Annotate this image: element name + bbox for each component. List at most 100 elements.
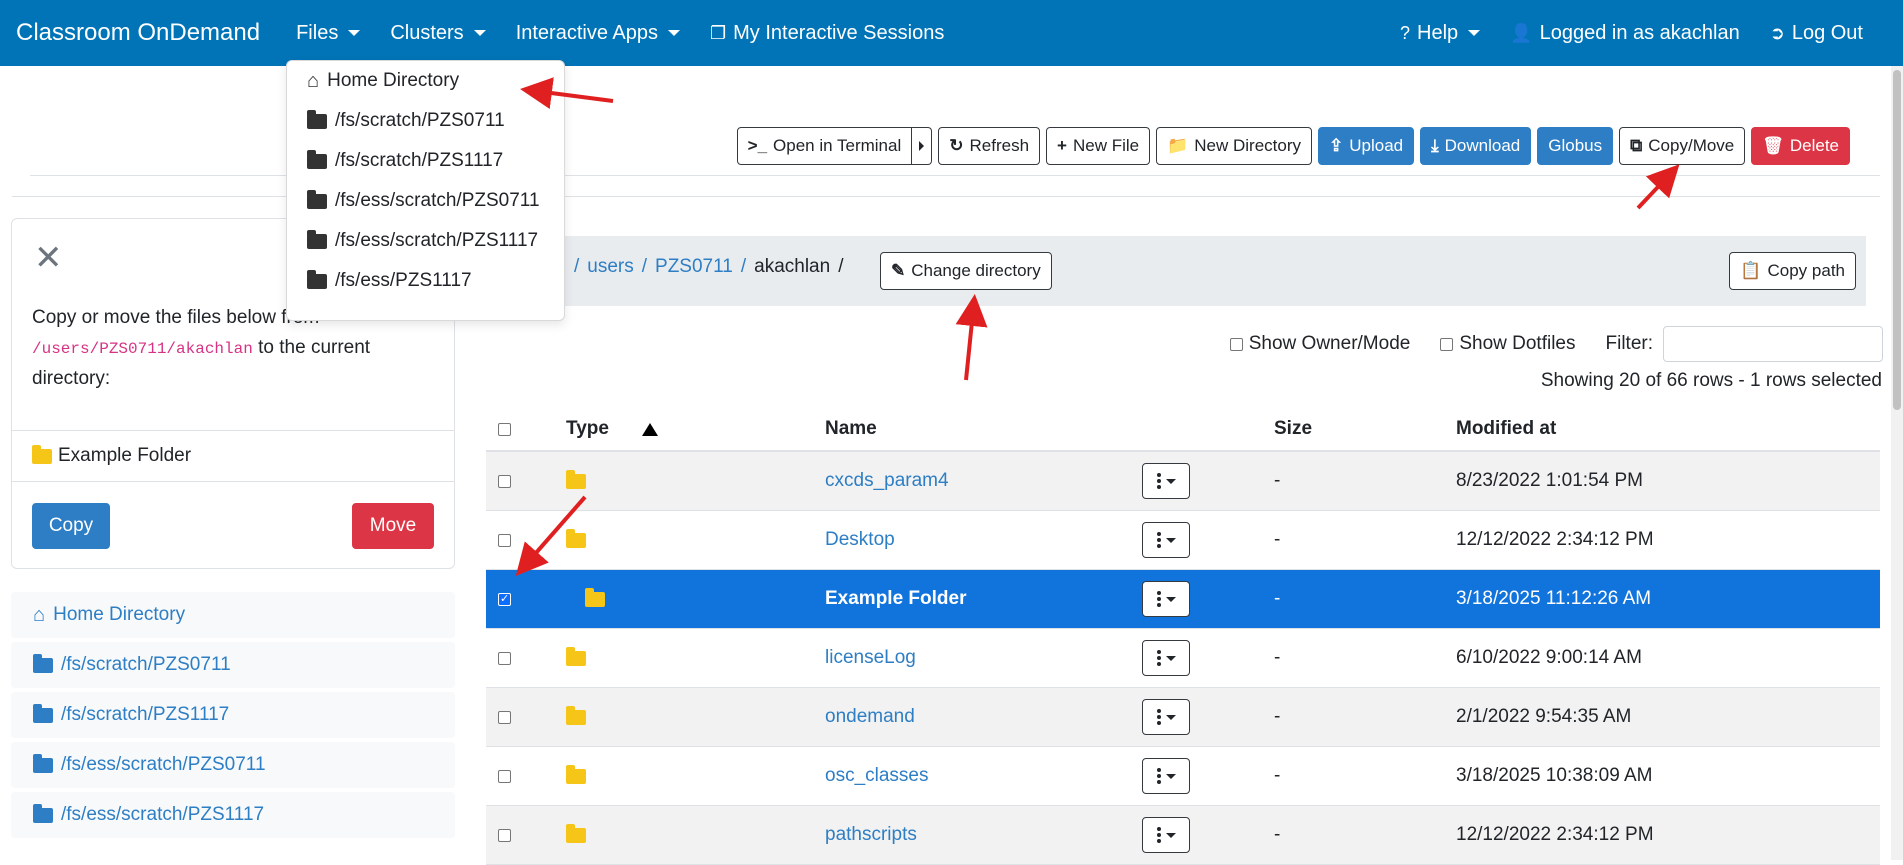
folder-icon: [33, 803, 53, 823]
clusters-menu[interactable]: Clusters: [390, 21, 486, 45]
show-owner-mode-toggle[interactable]: Show Owner/Mode: [1229, 333, 1410, 355]
my-sessions-label: My Interactive Sessions: [733, 21, 945, 44]
row-checkbox[interactable]: [498, 474, 511, 488]
row-actions-button[interactable]: [1142, 640, 1190, 676]
row-actions-button[interactable]: [1142, 463, 1190, 499]
folder-icon: [566, 823, 586, 843]
upload-button[interactable]: ⇪ Upload: [1318, 127, 1415, 165]
kebab-icon: [1156, 591, 1161, 607]
breadcrumb-users[interactable]: users: [587, 256, 633, 278]
user-icon: 👤: [1510, 22, 1533, 43]
folder-icon: [307, 109, 327, 129]
table-row[interactable]: cxcds_param4 - 8/23/2022 1:01:54 PM: [486, 452, 1880, 511]
dropdown-item-label: /fs/scratch/PZS0711: [335, 110, 505, 131]
my-sessions-link[interactable]: ❐ My Interactive Sessions: [710, 22, 944, 45]
new-file-button[interactable]: + New File: [1046, 127, 1151, 165]
refresh-button[interactable]: ↻ Refresh: [938, 127, 1041, 165]
download-button[interactable]: ⤓ Download: [1420, 127, 1532, 165]
copy-move-button[interactable]: ⧉ Copy/Move: [1619, 127, 1746, 165]
row-checkbox[interactable]: [498, 710, 511, 724]
dropdown-item-ess-scratch-pzs1117[interactable]: /fs/ess/scratch/PZS1117: [287, 221, 564, 261]
sidebar-item-scratch-pzs1117[interactable]: /fs/scratch/PZS1117: [11, 692, 455, 738]
delete-button[interactable]: 🗑 Delete: [1751, 127, 1850, 165]
modified-header[interactable]: Modified at: [1456, 418, 1556, 440]
file-name-link[interactable]: osc_classes: [825, 765, 929, 787]
dropdown-item-scratch-pzs0711[interactable]: /fs/scratch/PZS0711: [287, 101, 564, 141]
row-actions-button[interactable]: [1142, 522, 1190, 558]
sidebar-item-label: /fs/scratch/PZS0711: [61, 654, 231, 675]
row-checkbox[interactable]: [498, 828, 511, 842]
sidebar-item-ess-scratch-pzs0711[interactable]: /fs/ess/scratch/PZS0711: [11, 742, 455, 788]
copy-move-item-label: Example Folder: [58, 445, 192, 466]
table-row[interactable]: ondemand - 2/1/2022 9:54:35 AM: [486, 688, 1880, 747]
file-modified: 12/12/2022 2:34:12 PM: [1456, 824, 1654, 845]
row-actions-button[interactable]: [1142, 817, 1190, 853]
name-header[interactable]: Name: [825, 418, 877, 440]
sidebar-item-home[interactable]: ⌂ Home Directory: [11, 592, 455, 638]
chevron-down-icon: [1468, 30, 1481, 36]
file-name-link[interactable]: cxcds_param4: [825, 470, 949, 492]
folder-icon: [32, 444, 52, 464]
type-header[interactable]: Type: [566, 418, 609, 440]
breadcrumb-group[interactable]: PZS0711: [655, 256, 733, 278]
sidebar-item-ess-scratch-pzs1117[interactable]: /fs/ess/scratch/PZS1117: [11, 792, 455, 838]
kebab-icon: [1156, 768, 1161, 784]
copy-path-button[interactable]: 📋 Copy path: [1729, 252, 1856, 290]
page-scrollbar[interactable]: [1891, 66, 1903, 860]
delete-label: Delete: [1789, 136, 1839, 155]
row-checkbox[interactable]: [498, 651, 511, 665]
new-directory-button[interactable]: 📁 New Directory: [1156, 127, 1313, 165]
table-row[interactable]: osc_classes - 3/18/2025 10:38:09 AM: [486, 747, 1880, 806]
file-size: -: [1274, 706, 1281, 727]
logout-link[interactable]: ➲ Log Out: [1770, 22, 1863, 45]
brand-link[interactable]: Classroom OnDemand: [16, 19, 260, 47]
scrollbar-thumb[interactable]: [1893, 70, 1901, 410]
sidebar-item-label: /fs/ess/scratch/PZS1117: [61, 804, 265, 825]
row-checkbox[interactable]: [498, 533, 511, 547]
dropdown-item-home[interactable]: ⌂ Home Directory: [287, 61, 564, 101]
select-all-checkbox[interactable]: [498, 422, 511, 436]
dropdown-item-scratch-pzs1117[interactable]: /fs/scratch/PZS1117: [287, 141, 564, 181]
clusters-menu-label: Clusters: [390, 21, 464, 44]
navbar-right: ? Help 👤 Logged in as akachlan ➲ Log Out: [1370, 0, 1863, 66]
table-row[interactable]: licenseLog - 6/10/2022 9:00:14 AM: [486, 629, 1880, 688]
close-icon[interactable]: ✕: [34, 241, 63, 275]
open-in-terminal-button[interactable]: >_ Open in Terminal: [736, 127, 913, 165]
dropdown-item-ess-pzs1117[interactable]: /fs/ess/PZS1117: [287, 261, 564, 301]
row-actions-button[interactable]: [1142, 758, 1190, 794]
file-name-link[interactable]: licenseLog: [825, 647, 916, 669]
sidebar-item-scratch-pzs0711[interactable]: /fs/scratch/PZS0711: [11, 642, 455, 688]
table-row[interactable]: pathscripts - 12/12/2022 2:34:12 PM: [486, 806, 1880, 865]
table-header: Type Name Size Modified at: [486, 408, 1880, 452]
table-row-selected[interactable]: Example Folder - 3/18/2025 11:12:26 AM: [486, 570, 1880, 629]
copy-move-text-before: Copy or move the files below from: [32, 307, 320, 328]
row-checkbox[interactable]: [498, 769, 511, 783]
row-actions-button[interactable]: [1142, 581, 1190, 617]
interactive-apps-menu[interactable]: Interactive Apps: [516, 22, 680, 45]
copy-button[interactable]: Copy: [32, 503, 110, 549]
globus-button[interactable]: Globus: [1537, 127, 1614, 165]
table-row[interactable]: Desktop - 12/12/2022 2:34:12 PM: [486, 511, 1880, 570]
file-modified: 8/23/2022 1:01:54 PM: [1456, 470, 1643, 491]
table-filters: Show Owner/Mode Show Dotfiles Filter:: [1200, 326, 1883, 362]
row-checkbox[interactable]: [498, 592, 511, 606]
show-dotfiles-checkbox[interactable]: [1440, 337, 1454, 351]
files-dropdown-menu: ⌂ Home Directory /fs/scratch/PZS0711 /fs…: [286, 60, 565, 321]
change-directory-button[interactable]: ✎ Change directory: [880, 252, 1052, 290]
file-name-link[interactable]: pathscripts: [825, 824, 917, 846]
size-header[interactable]: Size: [1274, 418, 1312, 440]
show-dotfiles-toggle[interactable]: Show Dotfiles: [1440, 333, 1576, 355]
show-owner-mode-checkbox[interactable]: [1229, 337, 1243, 351]
move-button[interactable]: Move: [352, 503, 434, 549]
row-actions-button[interactable]: [1142, 699, 1190, 735]
dropdown-item-ess-scratch-pzs0711[interactable]: /fs/ess/scratch/PZS0711: [287, 181, 564, 221]
file-name-link[interactable]: Example Folder: [825, 588, 967, 610]
open-terminal-dropdown-button[interactable]: [912, 127, 933, 165]
filter-input[interactable]: [1663, 326, 1883, 362]
files-menu[interactable]: Files: [296, 22, 361, 45]
file-name-link[interactable]: ondemand: [825, 706, 915, 728]
file-name-link[interactable]: Desktop: [825, 529, 895, 551]
help-menu[interactable]: ? Help: [1400, 22, 1481, 45]
folder-icon: [566, 469, 586, 489]
upload-icon: ⇪: [1329, 136, 1344, 155]
